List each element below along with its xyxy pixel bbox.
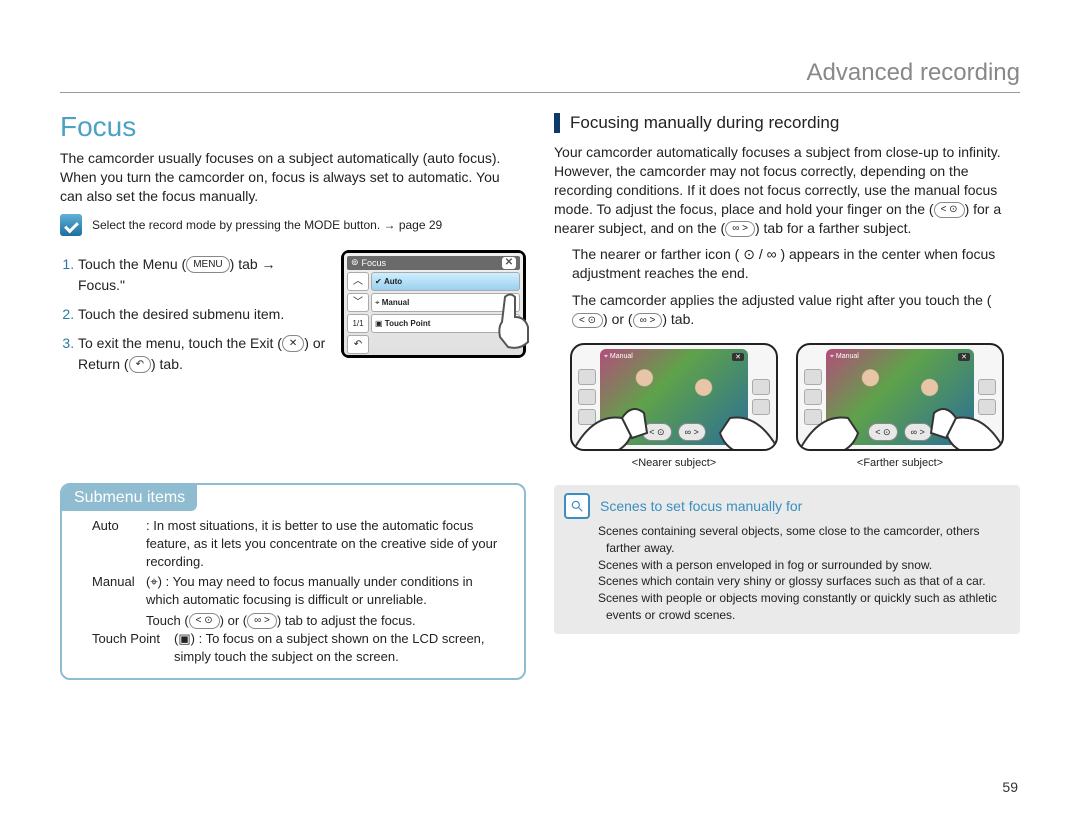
info-line-2: Scenes with a person enveloped in fog or… bbox=[598, 557, 1010, 574]
step3-text-a: To exit the menu, touch the Exit bbox=[78, 335, 273, 351]
step-1: Touch the Menu (MENU) tab → Focus." bbox=[78, 254, 329, 296]
lcd-item-manual-label: Manual bbox=[382, 298, 410, 307]
caption-nearer: <Nearer subject> bbox=[570, 457, 778, 469]
lcd-scroll-up[interactable]: ︿ bbox=[347, 272, 369, 291]
lcd-illustration: ⊚ Focus ✕ ︿ ﹀ 1/1 ↶ bbox=[341, 250, 526, 358]
info-line-4: Scenes with people or objects moving con… bbox=[598, 590, 1010, 624]
screen-near-pill-2[interactable]: < ⊙ bbox=[868, 423, 897, 441]
info-line-1: Scenes containing several objects, some … bbox=[598, 523, 1010, 557]
step2-text: Touch the desired submenu item. bbox=[78, 306, 284, 322]
near-pill: < ⊙ bbox=[934, 202, 965, 218]
submenu-manual-key: Manual bbox=[92, 573, 142, 609]
manual-line2-c: tab to adjust the focus. bbox=[285, 613, 416, 628]
info-line-3: Scenes which contain very shiny or gloss… bbox=[598, 573, 1010, 590]
step1-text-b: tab → bbox=[238, 256, 275, 272]
right-p2a: The nearer or farther icon ( bbox=[572, 246, 739, 262]
near-pill-2: < ⊙ bbox=[572, 313, 603, 329]
manual-icon: ⌖ bbox=[150, 574, 157, 589]
far-symbol: ∞ bbox=[767, 246, 777, 262]
page-number: 59 bbox=[1002, 779, 1018, 795]
lcd-back-button[interactable]: ↶ bbox=[347, 335, 369, 354]
step1-text-c: Focus." bbox=[78, 277, 125, 293]
right-p3a: The camcorder applies the adjusted value… bbox=[572, 292, 983, 308]
screen-far-pill[interactable]: ∞ > bbox=[904, 423, 932, 441]
lcd-title: Focus bbox=[362, 258, 387, 268]
return-pill: ↶ bbox=[129, 356, 151, 373]
submenu-auto-val: : In most situations, it is better to us… bbox=[146, 517, 506, 572]
magnifier-icon bbox=[564, 493, 590, 519]
exit-pill: ✕ bbox=[282, 335, 304, 352]
step1-text-a: Touch the Menu bbox=[78, 256, 178, 272]
menu-pill: MENU bbox=[186, 256, 229, 273]
lcd-page-indicator: 1/1 bbox=[347, 314, 369, 333]
caption-farther: <Farther subject> bbox=[796, 457, 1004, 469]
screen-near-pill[interactable]: < ⊙ bbox=[642, 423, 671, 441]
step-2: Touch the desired submenu item. bbox=[78, 304, 329, 325]
check-icon bbox=[60, 214, 82, 236]
manual-line2-a: Touch bbox=[146, 613, 181, 628]
submenu-touchpoint-key: Touch Point bbox=[92, 630, 170, 666]
lcd-item-auto[interactable]: ✔ Auto bbox=[371, 272, 520, 291]
far-pill-2: ∞ > bbox=[633, 313, 663, 329]
left-column: Focus The camcorder usually focuses on a… bbox=[60, 111, 526, 680]
submenu-touchpoint-val: : To focus on a subject shown on the LCD… bbox=[174, 631, 485, 664]
lcd-item-touchpoint-label: Touch Point bbox=[385, 319, 431, 328]
submenu-title: Submenu items bbox=[62, 485, 197, 511]
right-p2: The nearer or farther icon ( ⊙ / ∞ ) app… bbox=[554, 245, 1020, 283]
lcd-item-auto-label: Auto bbox=[384, 277, 402, 286]
submenu-manual-val: : You may need to focus manually under c… bbox=[146, 574, 473, 607]
intro-text: The camcorder usually focuses on a subje… bbox=[60, 149, 526, 206]
subsection-heading: Focusing manually during recording bbox=[554, 113, 1020, 133]
lcd-scroll-down[interactable]: ﹀ bbox=[347, 293, 369, 312]
right-p1c: tab for a farther subject. bbox=[764, 220, 912, 236]
mode-note: Select the record mode by pressing the M… bbox=[60, 214, 526, 236]
steps-list: Touch the Menu (MENU) tab → Focus." Touc… bbox=[60, 254, 329, 383]
right-p3b: or bbox=[612, 311, 624, 327]
submenu-box: Submenu items Auto : In most situations,… bbox=[60, 483, 526, 681]
right-column: Focusing manually during recording Your … bbox=[554, 111, 1020, 680]
near-symbol: ⊙ bbox=[743, 246, 755, 262]
header-rule: Advanced recording bbox=[60, 92, 1020, 93]
dev-manual-label-1: Manual bbox=[610, 353, 633, 360]
touchpoint-icon: ▣ bbox=[178, 631, 190, 646]
lcd-close-button[interactable]: ✕ bbox=[502, 257, 516, 269]
right-p2b: / bbox=[759, 246, 763, 262]
mode-note-text: Select the record mode by pressing the M… bbox=[92, 218, 442, 232]
right-p3: The camcorder applies the adjusted value… bbox=[554, 291, 1020, 329]
near-tab-pill: < ⊙ bbox=[189, 613, 220, 629]
right-p1a: Your camcorder automatically focuses a s… bbox=[554, 144, 1001, 217]
section-title: Advanced recording bbox=[807, 59, 1020, 87]
info-box: Scenes to set focus manually for Scenes … bbox=[554, 485, 1020, 634]
right-p1: Your camcorder automatically focuses a s… bbox=[554, 143, 1020, 237]
focus-icon: ⊚ bbox=[351, 257, 359, 268]
device-nearer: ⌖ Manual ✕ < ⊙ ∞ > bbox=[570, 343, 778, 469]
dev-manual-label-2: Manual bbox=[836, 353, 859, 360]
device-farther: ⌖ Manual ✕ < ⊙ ∞ > bbox=[796, 343, 1004, 469]
screen-far-pill-1[interactable]: ∞ > bbox=[678, 423, 706, 441]
device-illustrations: ⌖ Manual ✕ < ⊙ ∞ > bbox=[554, 343, 1020, 469]
step3-text-c: tab. bbox=[160, 356, 183, 372]
manual-line2-b: or bbox=[228, 613, 240, 628]
info-title: Scenes to set focus manually for bbox=[600, 498, 802, 514]
finger-icon bbox=[490, 292, 540, 352]
step-3: To exit the menu, touch the Exit (✕) or … bbox=[78, 333, 329, 375]
submenu-auto-key: Auto bbox=[92, 517, 142, 572]
far-pill: ∞ > bbox=[725, 221, 755, 237]
page: Advanced recording Focus The camcorder u… bbox=[0, 0, 1080, 825]
page-title: Focus bbox=[60, 111, 526, 143]
right-p3c: tab. bbox=[671, 311, 694, 327]
far-tab-pill: ∞ > bbox=[247, 613, 277, 629]
